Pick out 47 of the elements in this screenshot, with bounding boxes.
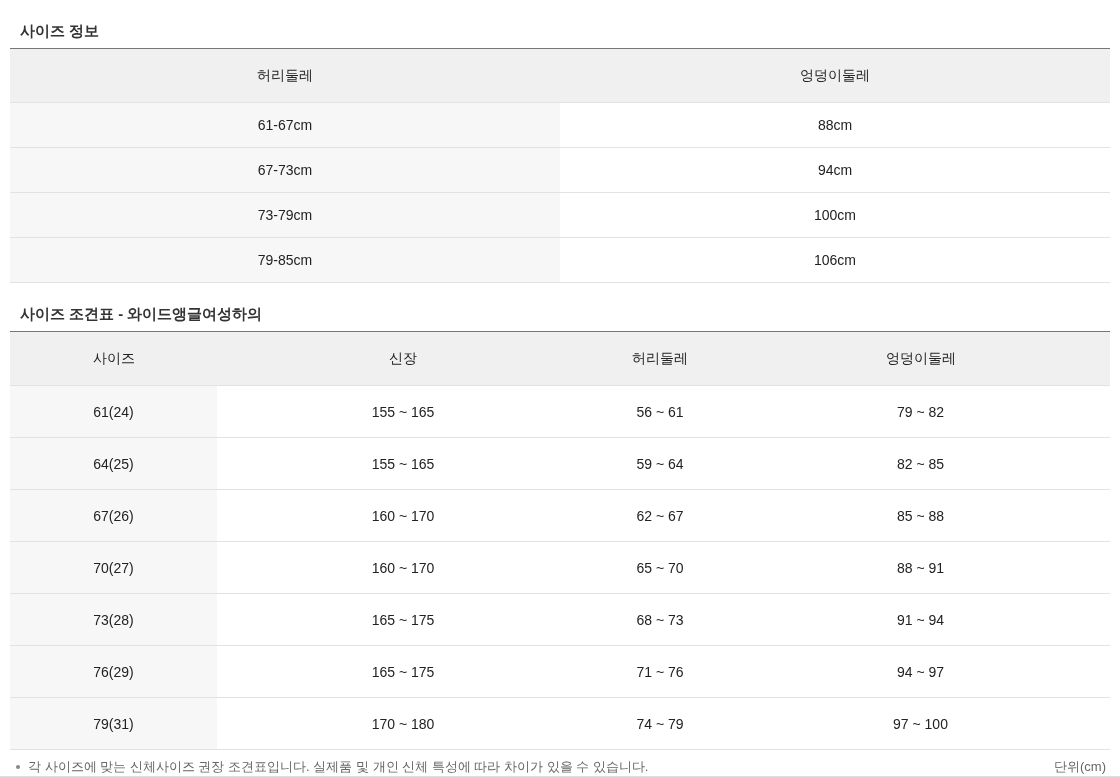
table-cell: 155 ~ 165 — [217, 437, 589, 490]
table-cell: 170 ~ 180 — [217, 697, 589, 750]
bullet-icon — [16, 765, 20, 769]
column-header: 사이즈 — [10, 331, 217, 386]
table-cell: 91 ~ 94 — [731, 593, 1110, 646]
table-cell: 64(25) — [10, 437, 217, 490]
section-title: 사이즈 조견표 - 와이드앵글여성하의 — [19, 304, 264, 324]
column-header: 허리둘레 — [10, 48, 560, 103]
section-title: 사이즈 정보 — [19, 21, 101, 41]
table-cell: 79(31) — [10, 697, 217, 750]
table-cell: 62 ~ 67 — [589, 489, 731, 542]
table-cell: 106cm — [560, 237, 1110, 283]
table-cell: 68 ~ 73 — [589, 593, 731, 646]
column-header: 신장 — [217, 331, 589, 386]
table-cell: 61(24) — [10, 385, 217, 438]
table-cell: 160 ~ 170 — [217, 541, 589, 594]
table-cell: 56 ~ 61 — [589, 385, 731, 438]
table-cell: 94cm — [560, 147, 1110, 193]
table-cell: 67-73cm — [10, 147, 560, 193]
table-cell: 79-85cm — [10, 237, 560, 283]
table-cell: 70(27) — [10, 541, 217, 594]
table-cell: 73-79cm — [10, 192, 560, 238]
table-cell: 82 ~ 85 — [731, 437, 1110, 490]
table-cell: 88cm — [560, 102, 1110, 148]
table-cell: 160 ~ 170 — [217, 489, 589, 542]
table-cell: 97 ~ 100 — [731, 697, 1110, 750]
unit-label: 단위(cm) — [1054, 758, 1106, 776]
column-header: 엉덩이둘레 — [731, 331, 1110, 386]
table-cell: 155 ~ 165 — [217, 385, 589, 438]
table-cell: 74 ~ 79 — [589, 697, 731, 750]
table-cell: 79 ~ 82 — [731, 385, 1110, 438]
table-cell: 71 ~ 76 — [589, 645, 731, 698]
column-header: 엉덩이둘레 — [560, 48, 1110, 103]
table-cell: 76(29) — [10, 645, 217, 698]
table-cell: 61-67cm — [10, 102, 560, 148]
table-cell: 67(26) — [10, 489, 217, 542]
table-cell: 59 ~ 64 — [589, 437, 731, 490]
table-cell: 88 ~ 91 — [731, 541, 1110, 594]
table-cell: 165 ~ 175 — [217, 645, 589, 698]
table-cell: 94 ~ 97 — [731, 645, 1110, 698]
column-header: 허리둘레 — [589, 331, 731, 386]
footnote-text: 각 사이즈에 맞는 신체사이즈 권장 조견표입니다. 실제품 및 개인 신체 특성에 따라 차이가 있을 수 있습니다. — [28, 758, 649, 776]
table-cell: 65 ~ 70 — [589, 541, 731, 594]
table-cell: 100cm — [560, 192, 1110, 238]
table-cell: 165 ~ 175 — [217, 593, 589, 646]
table-cell: 73(28) — [10, 593, 217, 646]
table-cell: 85 ~ 88 — [731, 489, 1110, 542]
